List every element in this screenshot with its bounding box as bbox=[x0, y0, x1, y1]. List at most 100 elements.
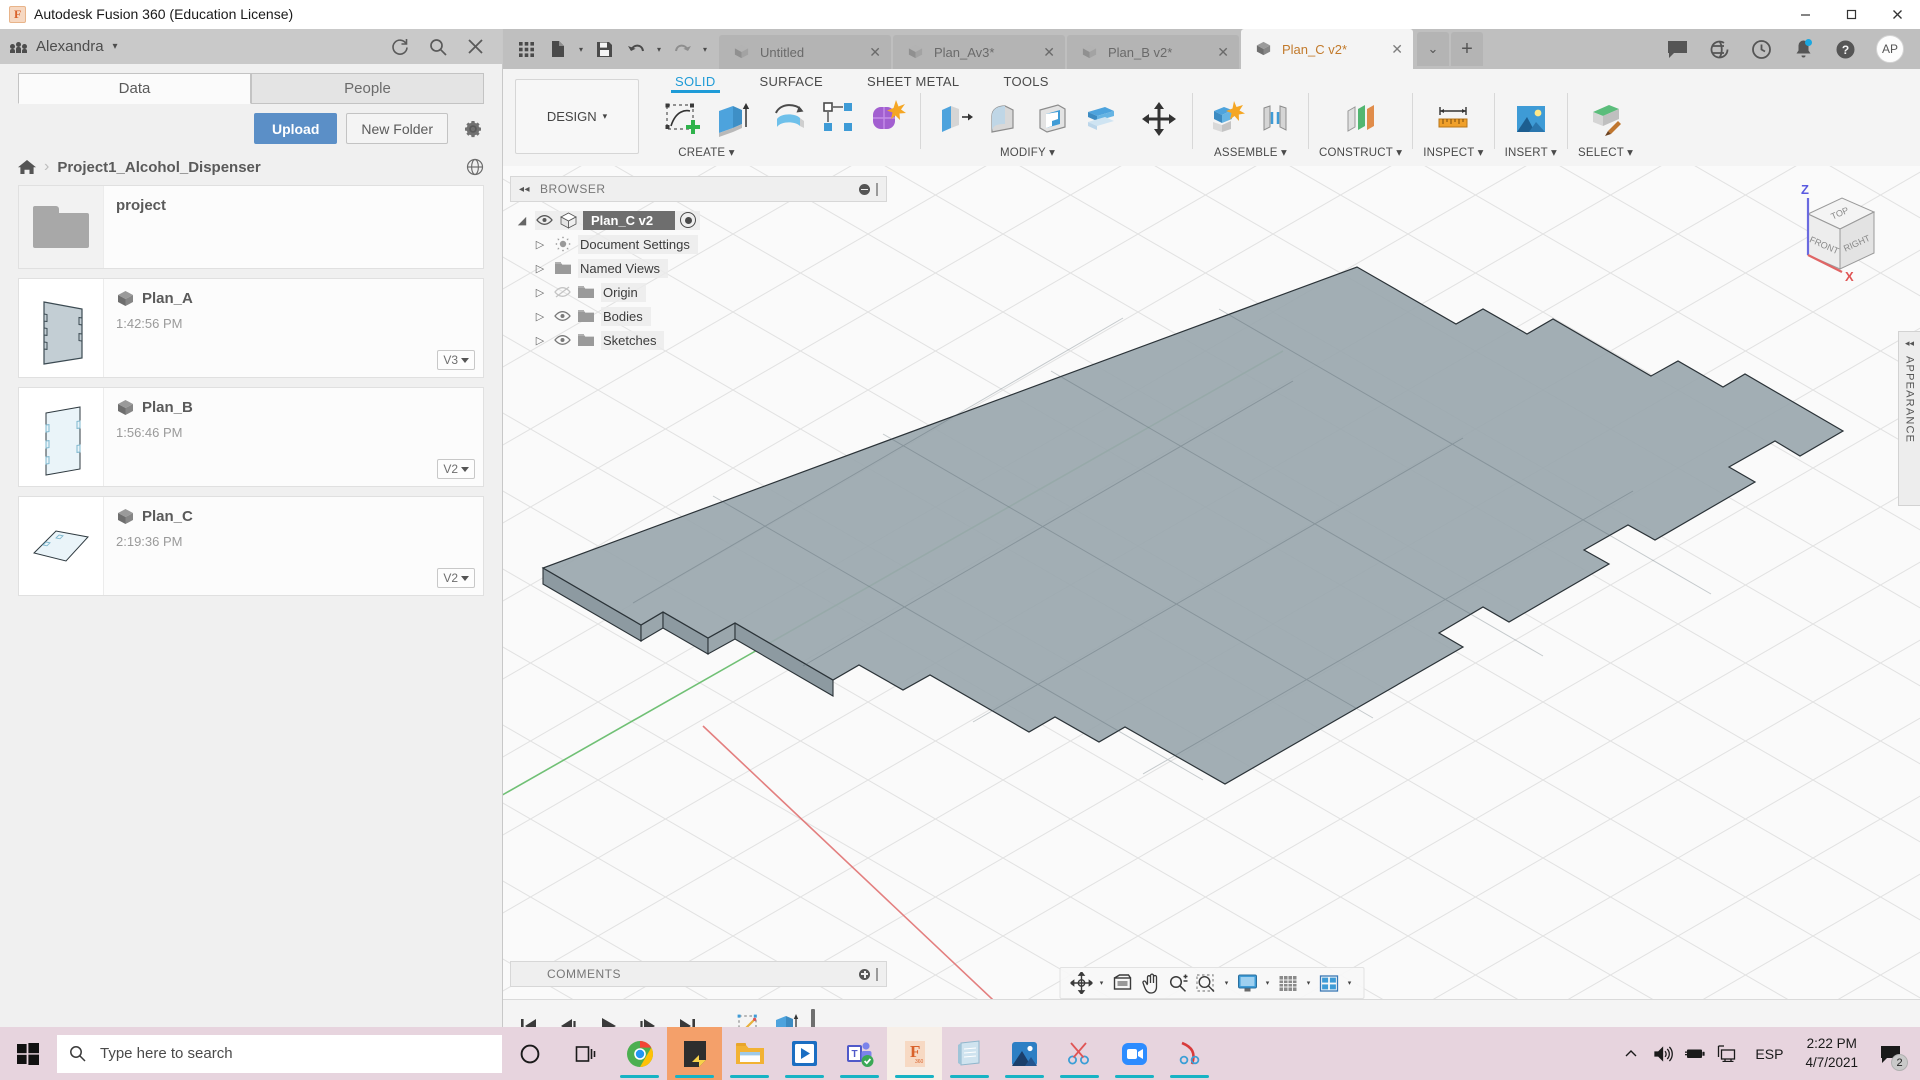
display-settings-caret-icon[interactable]: ▾ bbox=[1262, 979, 1273, 987]
browser-node-origin[interactable]: ▷ Origin bbox=[514, 280, 887, 304]
resize-grip-icon[interactable] bbox=[876, 182, 878, 196]
show-hidden-icons-chevron[interactable] bbox=[1615, 1027, 1647, 1080]
tab-surface[interactable]: SURFACE bbox=[738, 71, 846, 92]
list-item-folder[interactable]: project bbox=[18, 185, 484, 269]
browser-node-sketches[interactable]: ▷ Sketches bbox=[514, 328, 887, 352]
list-item[interactable]: Plan_C 2:19:36 PM V2 bbox=[18, 496, 484, 596]
browser-node-root[interactable]: ◢ Plan_C v2 bbox=[514, 208, 887, 232]
taskbar-app-microsoft-teams[interactable]: T bbox=[832, 1027, 887, 1080]
recent-clock-icon[interactable] bbox=[1750, 38, 1772, 60]
tab-sheet-metal[interactable]: SHEET METAL bbox=[845, 71, 981, 92]
breadcrumb-project-name[interactable]: Project1_Alcohol_Dispenser bbox=[57, 159, 260, 176]
redo-caret-icon[interactable]: ▾ bbox=[699, 45, 711, 54]
pan-icon[interactable] bbox=[1137, 970, 1163, 996]
chevron-down-icon[interactable]: ▾ bbox=[1551, 147, 1557, 159]
expand-arrow-icon[interactable]: ▷ bbox=[532, 238, 548, 251]
grid-apps-icon[interactable] bbox=[511, 34, 541, 64]
visibility-eye-icon[interactable] bbox=[553, 308, 571, 324]
tab-people[interactable]: People bbox=[251, 73, 484, 104]
globe-icon[interactable] bbox=[466, 158, 484, 176]
visibility-eye-icon[interactable] bbox=[535, 212, 553, 228]
home-icon[interactable] bbox=[18, 159, 36, 175]
browser-node-named-views[interactable]: ▷ Named Views bbox=[514, 256, 887, 280]
appearance-panel-tab[interactable]: ◂◂ APPEARANCE bbox=[1898, 331, 1920, 506]
volume-icon[interactable] bbox=[1647, 1027, 1679, 1080]
zoom-icon[interactable] bbox=[1165, 970, 1191, 996]
search-input[interactable]: Type here to search bbox=[57, 1034, 502, 1073]
resize-grip-icon[interactable] bbox=[876, 967, 878, 981]
shell-icon[interactable] bbox=[1029, 96, 1075, 142]
windows-start-icon[interactable] bbox=[0, 1027, 55, 1080]
3d-viewport[interactable]: ◂◂ BROWSER ◢ Plan_C v2 ▷ Document Settin… bbox=[503, 166, 1920, 1051]
notification-bell-icon[interactable] bbox=[1792, 38, 1814, 60]
workspace-selector[interactable]: DESIGN ▾ bbox=[515, 79, 639, 154]
tab-tools[interactable]: TOOLS bbox=[981, 71, 1070, 92]
taskbar-app-snipping-tool[interactable] bbox=[1052, 1027, 1107, 1080]
chevron-down-icon[interactable]: ▾ bbox=[1281, 147, 1287, 159]
fillet-icon[interactable] bbox=[980, 96, 1026, 142]
expand-arrow-icon[interactable]: ▷ bbox=[532, 310, 548, 323]
new-file-caret-icon[interactable]: ▾ bbox=[575, 45, 587, 54]
orbit-caret-icon[interactable]: ▾ bbox=[1096, 979, 1107, 987]
display-settings-icon[interactable] bbox=[1234, 970, 1260, 996]
close-icon[interactable]: ✕ bbox=[1037, 44, 1055, 61]
taskbar-app-snip-sketch[interactable] bbox=[1162, 1027, 1217, 1080]
doc-tab-plan-a[interactable]: Plan_Av3* ✕ bbox=[893, 35, 1065, 69]
add-comment-icon[interactable] bbox=[859, 968, 870, 980]
taskbar-app-photos[interactable] bbox=[997, 1027, 1052, 1080]
expand-arrow-icon[interactable]: ◢ bbox=[514, 214, 530, 227]
tab-overflow-caret-icon[interactable]: ⌄ bbox=[1417, 32, 1449, 66]
upload-button[interactable]: Upload bbox=[253, 113, 338, 144]
viewports-icon[interactable] bbox=[1316, 970, 1342, 996]
version-badge[interactable]: V2 bbox=[437, 459, 475, 479]
taskbar-app-chrome[interactable] bbox=[612, 1027, 667, 1080]
close-icon[interactable]: ✕ bbox=[1385, 41, 1403, 58]
zoom-window-icon[interactable] bbox=[1193, 970, 1219, 996]
doc-tab-untitled[interactable]: Untitled ✕ bbox=[719, 35, 891, 69]
list-item[interactable]: Plan_B 1:56:46 PM V2 bbox=[18, 387, 484, 487]
close-icon[interactable]: ✕ bbox=[1211, 44, 1229, 61]
comments-panel[interactable]: COMMENTS bbox=[510, 961, 887, 987]
new-tab-button[interactable]: + bbox=[1451, 32, 1483, 66]
look-at-icon[interactable] bbox=[1109, 970, 1135, 996]
taskbar-app-movies-tv[interactable] bbox=[777, 1027, 832, 1080]
close-panel-icon[interactable] bbox=[465, 36, 486, 57]
press-pull-icon[interactable] bbox=[931, 96, 977, 142]
chevron-down-icon[interactable]: ▾ bbox=[729, 147, 735, 159]
select-paint-icon[interactable] bbox=[1583, 96, 1629, 142]
hub-dropdown-caret[interactable]: ▾ bbox=[113, 41, 118, 52]
search-icon[interactable] bbox=[427, 36, 448, 57]
move-copy-icon[interactable] bbox=[1136, 96, 1182, 142]
taskbar-app-fusion360[interactable]: F 360 bbox=[887, 1027, 942, 1080]
version-badge[interactable]: V3 bbox=[437, 350, 475, 370]
viewports-caret-icon[interactable]: ▾ bbox=[1344, 979, 1355, 987]
split-face-icon[interactable] bbox=[1078, 96, 1124, 142]
measure-icon[interactable] bbox=[1430, 96, 1476, 142]
battery-icon[interactable] bbox=[1679, 1027, 1711, 1080]
task-view-icon[interactable] bbox=[557, 1027, 612, 1080]
browser-node-document-settings[interactable]: ▷ Document Settings bbox=[514, 232, 887, 256]
chevron-down-icon[interactable]: ▾ bbox=[1049, 147, 1055, 159]
browser-node-bodies[interactable]: ▷ Bodies bbox=[514, 304, 887, 328]
view-cube[interactable]: TOP FRONT RIGHT Z X bbox=[1770, 176, 1900, 306]
new-file-icon[interactable] bbox=[543, 34, 573, 64]
maximize-button[interactable] bbox=[1828, 0, 1874, 29]
undo-icon[interactable] bbox=[621, 34, 651, 64]
minimize-button[interactable] bbox=[1782, 0, 1828, 29]
new-component-icon[interactable] bbox=[1203, 96, 1249, 142]
pattern-icon[interactable] bbox=[815, 94, 861, 140]
cortana-icon[interactable] bbox=[502, 1027, 557, 1080]
taskbar-app-zoom[interactable] bbox=[1107, 1027, 1162, 1080]
form-icon[interactable] bbox=[864, 94, 910, 140]
taskbar-app-notepad[interactable] bbox=[942, 1027, 997, 1080]
doc-tab-plan-c[interactable]: Plan_C v2* ✕ bbox=[1241, 29, 1413, 69]
expand-arrow-icon[interactable]: ▷ bbox=[532, 262, 548, 275]
chevron-down-icon[interactable]: ▾ bbox=[1396, 147, 1402, 159]
extrude-icon[interactable] bbox=[708, 96, 754, 142]
globe-help-icon[interactable] bbox=[1708, 38, 1730, 60]
close-button[interactable] bbox=[1874, 0, 1920, 29]
visibility-eye-icon[interactable] bbox=[553, 332, 571, 348]
save-icon[interactable] bbox=[589, 34, 619, 64]
chevron-down-icon[interactable]: ▾ bbox=[1627, 147, 1633, 159]
taskbar-app-file-explorer[interactable] bbox=[722, 1027, 777, 1080]
